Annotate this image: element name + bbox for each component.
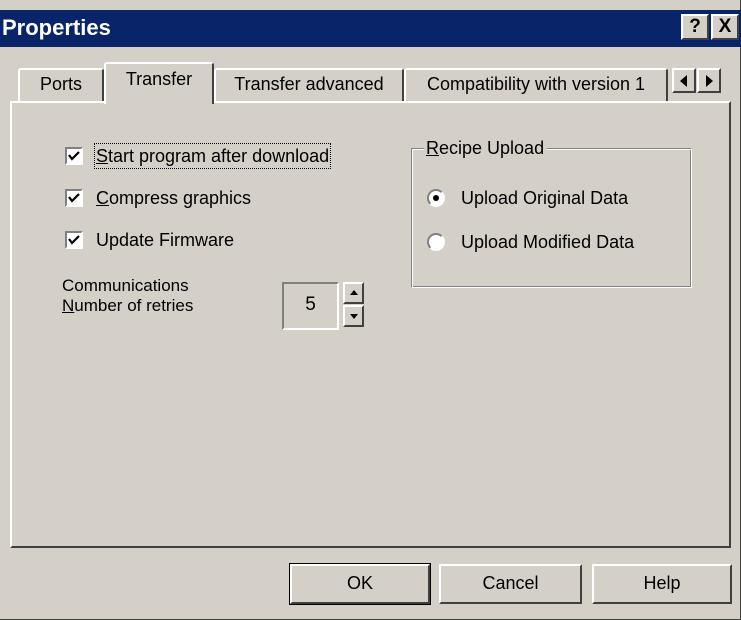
window-title: Properties [2,15,111,40]
properties-dialog: Properties ? X Ports Transfer Transfer a… [0,0,741,620]
question-icon: ? [689,16,701,37]
ok-button[interactable]: OK [289,563,431,605]
close-button[interactable]: X [711,14,739,40]
tab-transfer-advanced[interactable]: Transfer advanced [214,68,404,102]
help-button[interactable]: Help [592,564,732,604]
title-bar[interactable]: Properties ? X [0,10,741,47]
tab-scroll-left-button[interactable] [672,68,696,93]
tab-scroll-right-button[interactable] [697,68,721,93]
tab-ports[interactable]: Ports [18,68,104,102]
tab-panel-transfer [10,101,731,548]
tab-compatibility[interactable]: Compatibility with version 1 [404,68,668,102]
arrow-left-icon [680,75,687,87]
help-title-button[interactable]: ? [681,14,709,40]
close-icon: X [718,16,732,37]
cancel-button[interactable]: Cancel [439,564,582,604]
tab-transfer[interactable]: Transfer [104,62,214,104]
arrow-right-icon [706,75,713,87]
